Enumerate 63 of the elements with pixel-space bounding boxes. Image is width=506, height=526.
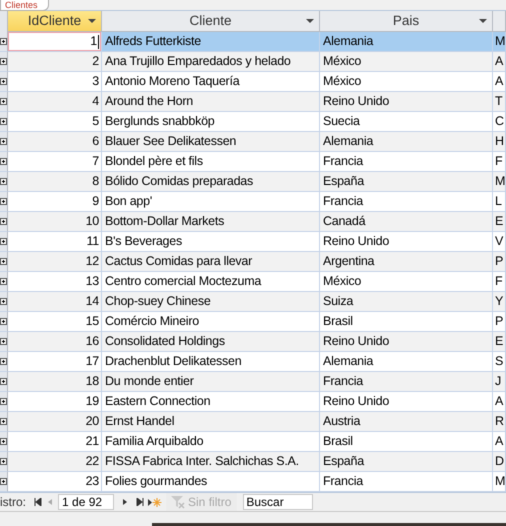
expand-icon[interactable] [0, 298, 7, 305]
expand-icon[interactable] [0, 358, 7, 365]
table-row[interactable]: 1 Alfreds Futterkiste Alemania M [0, 32, 506, 52]
document-tab[interactable]: Clientes [0, 0, 49, 11]
table-row[interactable]: 16 Consolidated Holdings Reino Unido E [0, 332, 506, 352]
expand-icon[interactable] [0, 218, 7, 225]
table-row[interactable]: 2 Ana Trujillo Emparedados y helado México A [0, 52, 506, 72]
expand-icon[interactable] [0, 58, 7, 65]
table-row[interactable]: 15 Comércio Mineiro Brasil P [0, 312, 506, 332]
last-record-icon[interactable] [136, 498, 144, 506]
dropdown-icon[interactable] [306, 18, 314, 24]
search-field[interactable]: Buscar [243, 494, 314, 510]
table-row[interactable]: 22 FISSA Fabrica Inter. Salchichas S.A. España D [0, 452, 506, 472]
table-row[interactable]: 23 Folies gourmandes Francia M [0, 472, 506, 492]
table-cell: M [493, 472, 506, 492]
expand-icon[interactable] [0, 78, 7, 85]
expand-icon[interactable] [0, 258, 7, 265]
table-cell: Folies gourmandes [102, 472, 320, 492]
expand-icon[interactable] [0, 118, 7, 125]
expand-icon[interactable] [0, 458, 7, 465]
expand-icon[interactable] [0, 278, 7, 285]
table-row[interactable]: 9 Bon app' Francia L [0, 192, 506, 212]
expand-icon[interactable] [0, 398, 7, 405]
filter-icon [170, 495, 186, 509]
expand-icon[interactable] [0, 318, 7, 325]
table-row[interactable]: 20 Ernst Handel Austria R [0, 412, 506, 432]
table-row[interactable]: 17 Drachenblut Delikatessen Alemania S [0, 352, 506, 372]
table-cell: 23 [8, 472, 102, 492]
column-header[interactable]: IdCliente [8, 10, 102, 32]
record-field[interactable]: 1 de 92 [58, 494, 114, 510]
table-row[interactable]: 8 Bólido Comidas preparadas España M [0, 172, 506, 192]
table-row[interactable]: 13 Centro comercial Moctezuma México F [0, 272, 506, 292]
expand-icon[interactable] [0, 238, 7, 245]
table-row[interactable]: 21 Familia Arquibaldo Brasil A [0, 432, 506, 452]
expand-icon[interactable] [0, 478, 7, 485]
table-row[interactable]: 19 Eastern Connection Reino Unido A [0, 392, 506, 412]
expand-icon[interactable] [0, 158, 7, 165]
expand-icon[interactable] [0, 138, 7, 145]
expand-icon[interactable] [0, 438, 7, 445]
table-row[interactable]: 6 Blauer See Delikatessen Alemania H [0, 132, 506, 152]
expand-icon[interactable] [0, 338, 7, 345]
table-row[interactable]: 3 Antonio Moreno Taquería México A [0, 72, 506, 92]
table-row[interactable]: 5 Berglunds snabbköp Suecia C [0, 112, 506, 132]
table-row[interactable]: 10 Bottom-Dollar Markets Canadá E [0, 212, 506, 232]
table-cell: 1 [8, 32, 102, 52]
expand-icon[interactable] [0, 178, 7, 185]
expand-icon[interactable] [0, 378, 7, 385]
first-record-icon[interactable] [34, 498, 42, 506]
table-row[interactable]: 12 Cactus Comidas para llevar Argentina P [0, 252, 506, 272]
dropdown-icon[interactable] [479, 18, 487, 24]
table-row[interactable]: 14 Chop-suey Chinese Suiza Y [0, 292, 506, 312]
new-record-icon[interactable] [148, 498, 162, 506]
expand-icon[interactable] [0, 418, 7, 425]
table-row[interactable]: 7 Blondel père et fils Francia F [0, 152, 506, 172]
record-label: istro: [0, 495, 26, 509]
expand-icon[interactable] [0, 98, 7, 105]
expand-icon[interactable] [0, 198, 7, 205]
table-cell: Francia [320, 472, 493, 492]
table-row[interactable]: 11 B's Beverages Reino Unido V [0, 232, 506, 252]
table-row[interactable]: 4 Around the Horn Reino Unido T [0, 92, 506, 112]
dropdown-icon[interactable] [88, 18, 96, 24]
table-row[interactable]: 18 Du monde entier Francia J [0, 372, 506, 392]
expand-icon[interactable] [0, 38, 7, 45]
